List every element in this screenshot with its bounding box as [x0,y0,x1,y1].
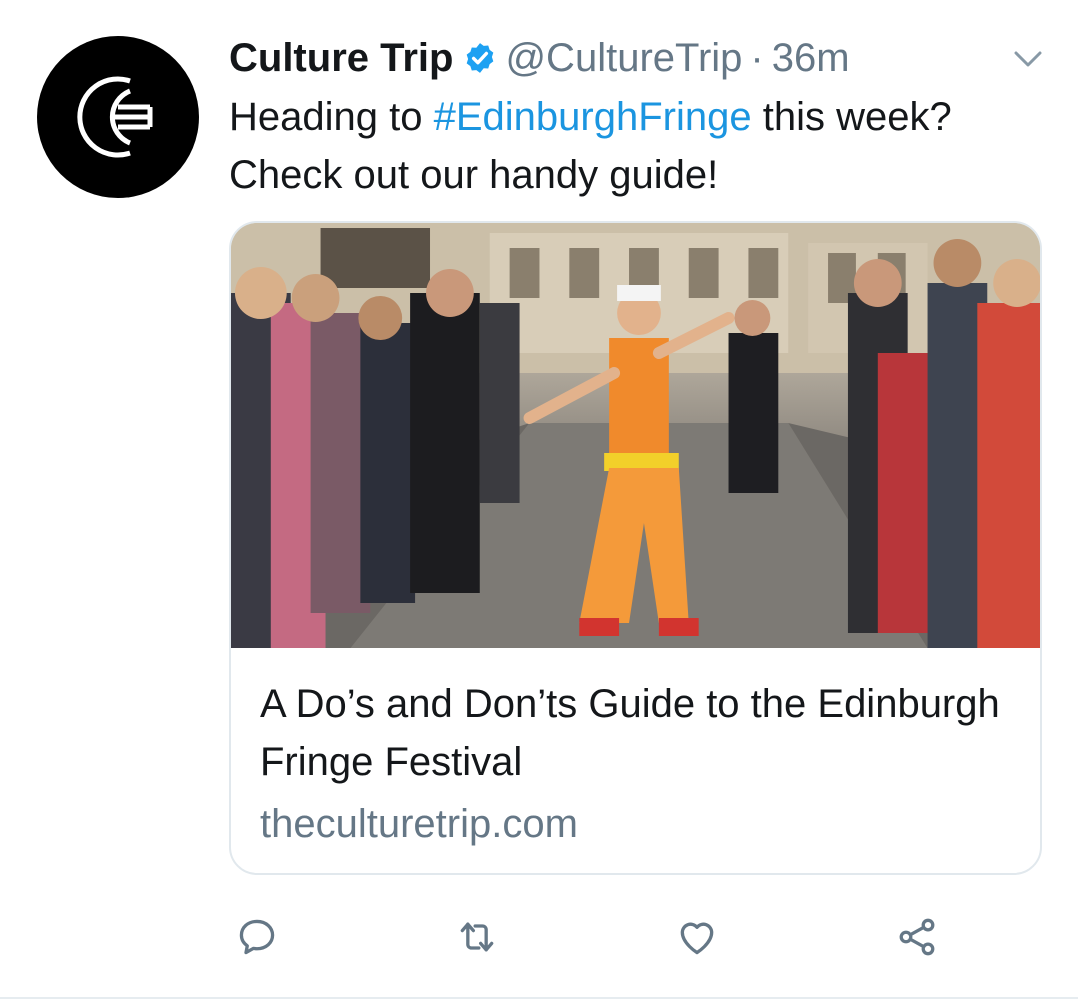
chevron-down-icon[interactable] [1010,44,1046,74]
author-name[interactable]: Culture Trip [229,30,453,86]
retweet-button[interactable] [452,912,502,962]
separator-dot: · [750,36,764,80]
tweet-text-before: Heading to [229,95,434,139]
like-icon [680,922,714,955]
timestamp[interactable]: 36m [772,30,850,86]
bottom-divider [0,997,1078,999]
card-image[interactable] [231,223,1040,648]
like-button[interactable] [672,912,722,962]
card-body: A Do’s and Don’ts Guide to the Edinburgh… [260,675,1020,853]
tweet-header: Culture Trip @CultureTrip · 36m [229,30,850,86]
verified-badge-icon [467,43,494,73]
tweet-text: Heading to #EdinburghFringe this week? C… [229,88,1059,204]
tweet-actions [0,912,1078,962]
reply-button[interactable] [232,912,282,962]
link-card[interactable]: A Do’s and Don’ts Guide to the Edinburgh… [229,221,1042,875]
card-title[interactable]: A Do’s and Don’ts Guide to the Edinburgh… [260,675,1020,791]
avatar[interactable] [37,36,199,198]
retweet-icon [460,922,494,952]
festival-street-photo-icon [231,223,1040,648]
author-handle[interactable]: @CultureTrip [505,30,742,86]
hashtag-link[interactable]: #EdinburghFringe [434,95,752,139]
share-icon [899,918,935,956]
reply-icon [239,919,275,955]
culture-trip-logo-icon [77,76,153,158]
share-button[interactable] [892,912,942,962]
card-domain[interactable]: theculturetrip.com [260,795,1020,853]
